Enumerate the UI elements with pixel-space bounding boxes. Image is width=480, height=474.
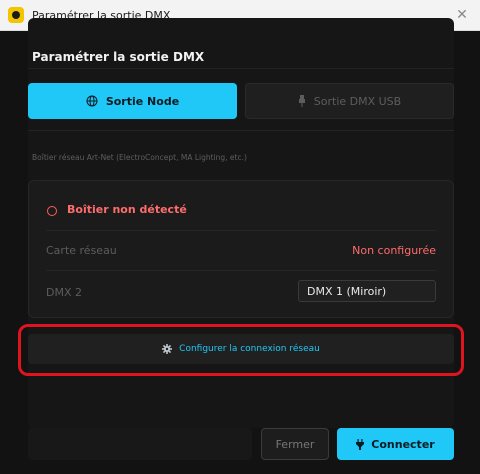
close-button[interactable]: Fermer: [261, 428, 329, 460]
tab-sortie-dmx-usb[interactable]: Sortie DMX USB: [245, 83, 454, 119]
dialog-heading: Paramétrer la sortie DMX: [32, 50, 205, 64]
dmx2-label: DMX 2: [46, 286, 82, 299]
tab-label: Sortie DMX USB: [313, 94, 402, 108]
tab-label: Sortie Node: [105, 94, 180, 108]
empty-circle-icon: [47, 206, 57, 216]
connect-button[interactable]: Connecter: [337, 428, 454, 460]
usb-plug-icon: [298, 95, 305, 107]
network-card-label: Carte réseau: [46, 244, 117, 257]
divider: [28, 68, 454, 69]
section-label: Boîtier réseau Art-Net (ElectroConcept, …: [32, 153, 247, 162]
network-card-value: Non configurée: [352, 244, 436, 257]
tab-sortie-node[interactable]: Sortie Node: [28, 83, 237, 119]
plug-icon: [356, 438, 365, 450]
device-status-text: Boîtier non détecté: [67, 203, 187, 216]
divider: [28, 130, 454, 131]
close-icon[interactable]: ✕: [454, 7, 470, 23]
connect-label: Connecter: [371, 437, 435, 451]
dmx2-select[interactable]: DMX 1 (Miroir): [298, 280, 436, 302]
app-logo-icon: [8, 7, 24, 23]
globe-icon: [86, 95, 98, 107]
divider: [46, 230, 436, 231]
footer-spacer: [28, 428, 252, 460]
divider: [46, 270, 436, 271]
highlight-annotation: [18, 324, 464, 376]
